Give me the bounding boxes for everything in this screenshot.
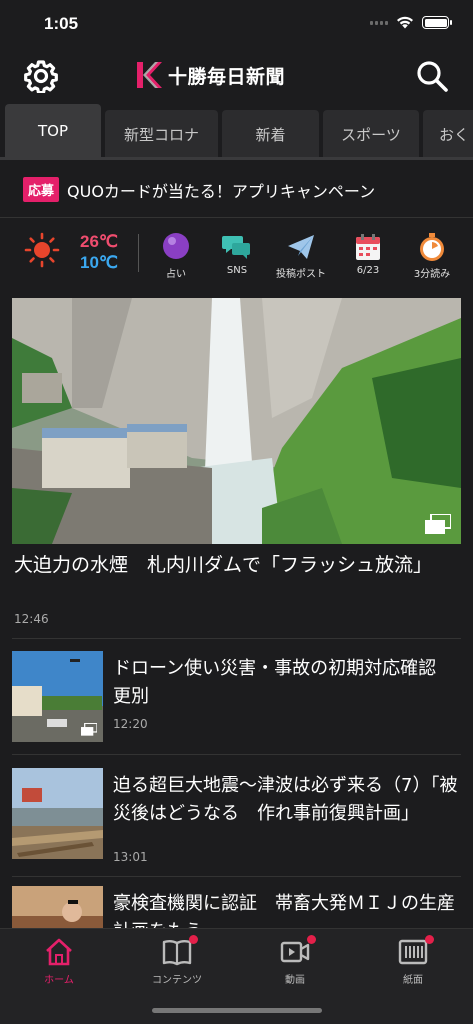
nav-contents-label: コンテンツ xyxy=(152,975,202,986)
home-indicator xyxy=(152,1008,322,1013)
tab-new[interactable]: 新着 xyxy=(222,110,319,158)
portrait-photo xyxy=(12,886,103,928)
tabs-underline xyxy=(0,157,473,160)
home-icon xyxy=(46,938,72,966)
quick-fortune-label: 占い xyxy=(166,269,186,280)
divider xyxy=(12,754,461,755)
quick-sns[interactable]: SNS xyxy=(207,232,267,276)
newspaper-icon xyxy=(398,935,434,967)
article-title: 豪検査機関に認証 帯畜大発ＭＩＪの生産計画をもう xyxy=(113,893,455,928)
logo-text: 十勝毎日新聞 xyxy=(168,65,286,88)
quick-calendar-label: 6/23 xyxy=(356,265,380,276)
divider xyxy=(12,876,461,877)
signal-icon xyxy=(370,20,388,25)
status-bar: 1:05 xyxy=(0,0,473,50)
temperature-high: 26℃ xyxy=(80,232,119,251)
campaign-badge: 応募 xyxy=(23,177,60,202)
notification-dot xyxy=(425,935,434,944)
nav-video[interactable]: 動画 xyxy=(240,935,350,986)
book-icon xyxy=(162,935,198,967)
hero-article-image[interactable] xyxy=(12,298,461,544)
article-thumbnail xyxy=(12,651,103,742)
notification-dot xyxy=(307,935,316,944)
article-title: 迫る超巨大地震〜津波は必ず来る（7）「被災後はどうなる 作れ事前復興計画」 xyxy=(113,775,458,824)
video-icon xyxy=(280,935,316,967)
quick-sns-label: SNS xyxy=(226,265,248,276)
nav-paper-label: 紙面 xyxy=(403,975,423,986)
quick-post[interactable]: 投稿ポスト xyxy=(271,232,331,280)
nav-home-label: ホーム xyxy=(44,975,74,986)
article-time: 12:20 xyxy=(113,717,148,731)
divider xyxy=(12,638,461,639)
wifi-icon xyxy=(397,16,413,29)
hero-article-time: 12:46 xyxy=(14,612,49,626)
quick-calendar[interactable]: 6/23 xyxy=(338,232,398,276)
tab-top[interactable]: TOP xyxy=(5,104,101,158)
article-time: 13:01 xyxy=(113,850,148,864)
calendar-icon xyxy=(356,234,380,260)
quick-post-label: 投稿ポスト xyxy=(276,269,326,280)
nav-video-label: 動画 xyxy=(285,975,305,986)
settings-gear-icon[interactable] xyxy=(24,59,58,93)
search-icon[interactable] xyxy=(415,59,449,93)
tab-covid[interactable]: 新型コロナ xyxy=(105,110,218,158)
category-tabs: TOP 新型コロナ 新着 スポーツ おく xyxy=(0,104,473,160)
chat-bubbles-icon xyxy=(222,236,250,259)
fortune-ball-icon xyxy=(163,233,189,259)
article-thumbnail xyxy=(12,768,103,859)
nav-paper[interactable]: 紙面 xyxy=(358,935,468,986)
quick-access-bar: 26℃ 10℃ 占い SNS 投稿ポスト 6/23 3分読み xyxy=(0,220,473,286)
sun-weather-icon[interactable] xyxy=(24,232,60,268)
app-header: 十勝毎日新聞 xyxy=(0,50,473,102)
article-thumbnail xyxy=(12,886,103,928)
tsunami-debris-photo xyxy=(12,768,103,859)
paper-plane-icon xyxy=(288,235,314,259)
gallery-icon xyxy=(81,723,97,736)
quick-3min-read-label: 3分読み xyxy=(413,269,451,280)
hero-article-title[interactable]: 大迫力の水煙 札内川ダムで「フラッシュ放流」 xyxy=(14,551,454,579)
campaign-text: QUOカードが当たる！アプリキャンペーン xyxy=(67,181,376,201)
quick-3min-read[interactable]: 3分読み xyxy=(402,232,462,280)
status-icons xyxy=(370,16,452,29)
article-item[interactable]: 迫る超巨大地震〜津波は必ず来る（7）「被災後はどうなる 作れ事前復興計画」 13… xyxy=(12,768,461,878)
battery-icon xyxy=(422,16,452,29)
notification-dot xyxy=(189,935,198,944)
dam-photo xyxy=(12,298,461,544)
tab-more[interactable]: おく xyxy=(423,110,473,158)
article-item[interactable]: 豪検査機関に認証 帯畜大発ＭＩＪの生産計画をもう xyxy=(12,886,461,928)
article-item[interactable]: ドローン使い災害・事故の初期対応確認 更別 12:20 xyxy=(12,651,461,751)
temperature-low: 10℃ xyxy=(80,253,119,272)
quick-fortune[interactable]: 占い xyxy=(146,232,206,280)
gallery-icon xyxy=(425,514,451,534)
logo-k-mark-icon xyxy=(137,62,162,88)
nav-contents[interactable]: コンテンツ xyxy=(122,935,232,986)
status-time: 1:05 xyxy=(44,14,79,33)
campaign-banner[interactable]: 応募 QUOカードが当たる！アプリキャンペーン xyxy=(0,162,473,218)
article-title: ドローン使い災害・事故の初期対応確認 更別 xyxy=(113,658,455,707)
stopwatch-icon xyxy=(420,233,444,261)
quickbar-divider xyxy=(138,234,139,272)
tab-sports[interactable]: スポーツ xyxy=(323,110,419,158)
app-logo: 十勝毎日新聞 xyxy=(136,60,285,90)
nav-home[interactable]: ホーム xyxy=(4,937,114,986)
